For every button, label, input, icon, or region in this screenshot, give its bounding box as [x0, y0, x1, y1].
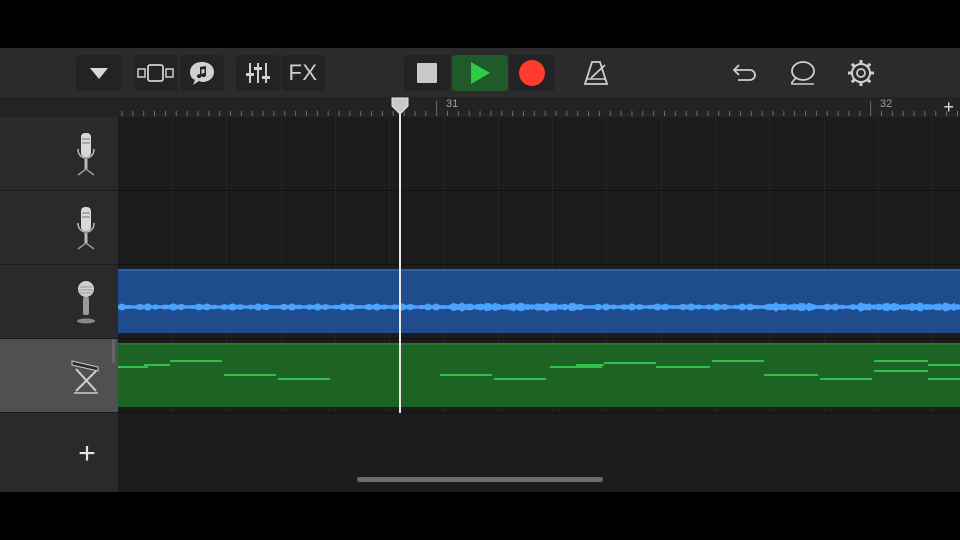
timeline-ruler[interactable]: 31 32 +	[118, 97, 960, 117]
add-section-button[interactable]: +	[943, 97, 954, 117]
midi-region[interactable]	[118, 343, 960, 407]
garageband-app: FX 31 32 + +	[0, 48, 960, 492]
mixer-button[interactable]	[236, 55, 280, 91]
studio-mic-icon	[77, 133, 95, 176]
record-button[interactable]	[509, 55, 555, 91]
metronome-button[interactable]	[578, 55, 614, 91]
bar-label-32: 32	[880, 98, 893, 110]
bar-label-31: 31	[446, 98, 459, 110]
settings-button[interactable]	[844, 55, 878, 91]
play-icon	[471, 62, 490, 84]
tracks-area[interactable]	[118, 117, 960, 492]
ruler-ticks	[121, 101, 958, 116]
track-header-3[interactable]	[0, 265, 118, 339]
loop-browser-button[interactable]	[180, 55, 224, 91]
tracks-view-icon	[137, 64, 174, 82]
track-headers: +	[0, 117, 118, 492]
tracks-menu-button[interactable]	[76, 55, 122, 91]
loop-browser-icon	[190, 62, 214, 85]
track-lane-2[interactable]	[118, 191, 960, 265]
lasso-icon	[790, 61, 815, 85]
view-toggle-button[interactable]	[134, 55, 178, 91]
fx-label: FX	[288, 60, 318, 85]
stop-button[interactable]	[404, 55, 450, 91]
ruler-corner	[0, 97, 118, 117]
midi-notes	[118, 360, 960, 380]
playhead-handle[interactable]	[390, 97, 410, 115]
fx-button[interactable]: FX	[281, 55, 325, 91]
mixer-sliders-icon	[246, 63, 270, 83]
toolbar: FX	[0, 48, 960, 97]
undo-button[interactable]	[726, 55, 760, 91]
home-indicator	[357, 477, 603, 482]
track-resize-handle[interactable]	[112, 339, 115, 363]
play-button[interactable]	[452, 55, 508, 91]
add-track-button[interactable]: +	[70, 437, 104, 471]
audio-region[interactable]	[118, 269, 960, 333]
track-header-4[interactable]	[0, 339, 118, 413]
audio-waveform	[118, 302, 960, 312]
playhead-line	[399, 100, 401, 413]
undo-icon	[732, 64, 756, 81]
triangle-down-icon	[90, 68, 108, 79]
handheld-mic-icon	[77, 281, 95, 324]
studio-mic-icon	[77, 207, 95, 250]
track-lane-1[interactable]	[118, 117, 960, 191]
stop-icon	[417, 63, 437, 83]
record-icon	[519, 60, 545, 86]
track-header-1[interactable]	[0, 117, 118, 191]
keyboard-stand-icon	[71, 360, 99, 394]
track-header-2[interactable]	[0, 191, 118, 265]
metronome-icon	[583, 61, 609, 85]
gear-icon	[848, 60, 874, 86]
lasso-button[interactable]	[786, 55, 820, 91]
